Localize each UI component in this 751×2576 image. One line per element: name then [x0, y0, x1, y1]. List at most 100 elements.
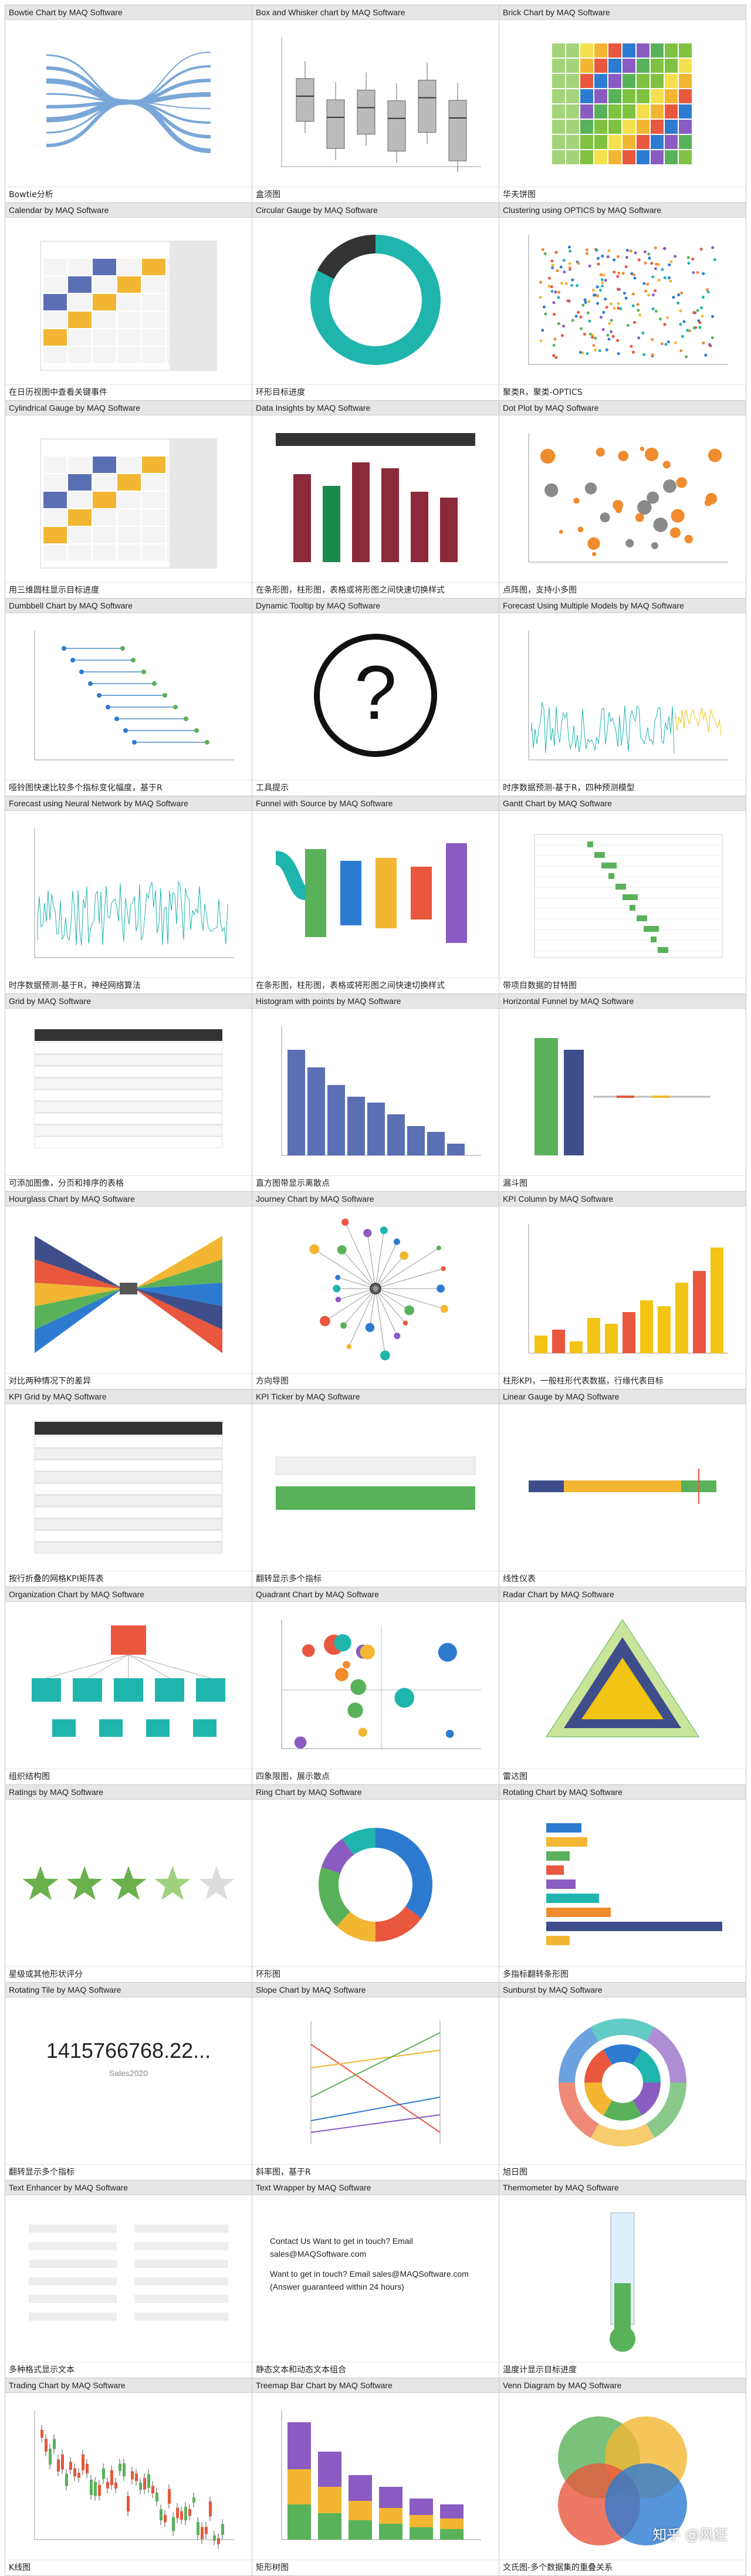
- card-title: Histogram with points by MAQ Software: [252, 994, 499, 1009]
- visual-card[interactable]: KPI Column by MAQ Software柱形KPI，一般柱形代表数据…: [499, 1192, 746, 1390]
- visual-card[interactable]: Data Insights by MAQ Software在条形图，柱形图，表格…: [252, 401, 499, 599]
- calendar-icon: [5, 218, 252, 385]
- visual-card[interactable]: Rotating Chart by MAQ Software多指标翻转条形图: [499, 1785, 746, 1983]
- visual-card[interactable]: Organization Chart by MAQ Software组织结构图: [5, 1587, 252, 1785]
- card-title: Text Enhancer by MAQ Software: [5, 2181, 252, 2195]
- watermark: 知乎 @风狂: [652, 2523, 728, 2544]
- visual-card[interactable]: Treemap Bar Chart by MAQ Software矩形树图: [252, 2378, 499, 2576]
- card-title: Forecast Using Multiple Models by MAQ So…: [499, 599, 746, 613]
- card-title: Linear Gauge by MAQ Software: [499, 1390, 746, 1404]
- treemap-bar-icon: [252, 2393, 499, 2560]
- visual-card[interactable]: Venn Diagram by MAQ Software 文氏图-多个数据集的重叠…: [499, 2378, 746, 2576]
- visual-card[interactable]: Gantt Chart by MAQ Software 带项目数据的甘特图: [499, 796, 746, 994]
- visual-card[interactable]: Dynamic Tooltip by MAQ Software?工具提示: [252, 599, 499, 796]
- visual-card[interactable]: Hourglass Chart by MAQ Software对比两种情况下的差…: [5, 1192, 252, 1390]
- visual-card[interactable]: Ring Chart by MAQ Software 环形图: [252, 1785, 499, 1983]
- card-caption: 多种格式显示文本: [5, 2362, 252, 2378]
- card-title: Calendar by MAQ Software: [5, 203, 252, 218]
- card-caption: 组织结构图: [5, 1769, 252, 1784]
- visual-card[interactable]: Brick Chart by MAQ Software华夫饼图: [499, 5, 746, 203]
- card-title: Thermometer by MAQ Software: [499, 2181, 746, 2195]
- visual-card[interactable]: Cylindrical Gauge by MAQ Software用三维圆柱显示…: [5, 401, 252, 599]
- card-caption: 旭日图: [499, 2164, 746, 2180]
- tile-label: Sales2020: [5, 2068, 252, 2078]
- card-title: Cylindrical Gauge by MAQ Software: [5, 401, 252, 415]
- visual-card[interactable]: Grid by MAQ Software可添加图像，分页和排序的表格: [5, 994, 252, 1192]
- card-title: Horizontal Funnel by MAQ Software: [499, 994, 746, 1009]
- visual-card[interactable]: Funnel with Source by MAQ Software在条形图，柱…: [252, 796, 499, 994]
- visual-card[interactable]: Text Enhancer by MAQ Software 多种格式显示文本: [5, 2181, 252, 2378]
- card-caption: 翻转显示多个指标: [252, 1571, 499, 1587]
- visual-card[interactable]: Calendar by MAQ Software 在日历视图中查看关键事件: [5, 203, 252, 401]
- visual-card[interactable]: Linear Gauge by MAQ Software 线性仪表: [499, 1390, 746, 1587]
- quadrant-chart-icon: [252, 1602, 499, 1769]
- gantt-chart-icon: [499, 811, 746, 978]
- card-caption: 环形图: [252, 1966, 499, 1982]
- card-title: Trading Chart by MAQ Software: [5, 2378, 252, 2393]
- card-caption: 对比两种情况下的差异: [5, 1373, 252, 1389]
- visual-card[interactable]: Journey Chart by MAQ Software 方向导图: [252, 1192, 499, 1390]
- card-caption: 静态文本和动态文本组合: [252, 2362, 499, 2378]
- card-caption: 四象限图，展示散点: [252, 1769, 499, 1784]
- wrapper-text-line: Contact Us Want to get in touch? Email: [270, 2236, 413, 2246]
- wrapper-text-line: Want to get in touch? Email sales@MAQSof…: [270, 2269, 469, 2278]
- card-title: Journey Chart by MAQ Software: [252, 1192, 499, 1206]
- card-title: Dynamic Tooltip by MAQ Software: [252, 599, 499, 613]
- card-caption: 时序数据预测-基于R，神经网络算法: [5, 978, 252, 993]
- question-mark-icon: ?: [252, 613, 499, 780]
- card-title: Rotating Chart by MAQ Software: [499, 1785, 746, 1800]
- visual-card[interactable]: KPI Ticker by MAQ Software翻转显示多个指标: [252, 1390, 499, 1587]
- card-title: Venn Diagram by MAQ Software: [499, 2378, 746, 2393]
- card-caption: K线图: [5, 2560, 252, 2575]
- visual-card[interactable]: Histogram with points by MAQ Software直方图…: [252, 994, 499, 1192]
- card-title: Bowtie Chart by MAQ Software: [5, 5, 252, 20]
- visual-card[interactable]: Quadrant Chart by MAQ Software四象限图，展示散点: [252, 1587, 499, 1785]
- visual-card[interactable]: Text Wrapper by MAQ SoftwareContact Us W…: [252, 2181, 499, 2378]
- tile-value: 1415766768.22...: [5, 2039, 252, 2063]
- card-title: Gantt Chart by MAQ Software: [499, 796, 746, 811]
- visual-card[interactable]: Forecast Using Multiple Models by MAQ So…: [499, 599, 746, 796]
- visual-card[interactable]: Ratings by MAQ Software星级或其他形状评分: [5, 1785, 252, 1983]
- card-title: Dumbbell Chart by MAQ Software: [5, 599, 252, 613]
- visual-card[interactable]: Rotating Tile by MAQ Software1415766768.…: [5, 1983, 252, 2181]
- card-caption: 华夫饼图: [499, 187, 746, 202]
- card-caption: 文氏图-多个数据集的重叠关系: [499, 2560, 746, 2575]
- visual-card[interactable]: Circular Gauge by MAQ Software环形目标进度: [252, 203, 499, 401]
- visual-card[interactable]: Clustering using OPTICS by MAQ Software聚…: [499, 203, 746, 401]
- sunburst-chart-icon: [499, 1997, 746, 2165]
- circular-gauge-icon: [252, 218, 499, 385]
- visual-card[interactable]: KPI Grid by MAQ Software按行折叠的网格KPI矩阵表: [5, 1390, 252, 1587]
- visual-card[interactable]: Bowtie Chart by MAQ SoftwareBowtie分析: [5, 5, 252, 203]
- card-caption: 带项目数据的甘特图: [499, 978, 746, 993]
- card-title: Radar Chart by MAQ Software: [499, 1587, 746, 1602]
- card-caption: 线性仪表: [499, 1571, 746, 1587]
- card-title: Clustering using OPTICS by MAQ Software: [499, 203, 746, 218]
- card-caption: 方向导图: [252, 1373, 499, 1389]
- visual-card[interactable]: Thermometer by MAQ Software 温度计显示目标进度: [499, 2181, 746, 2378]
- bowtie-chart-icon: [5, 20, 252, 187]
- visual-card[interactable]: Radar Chart by MAQ Software雷达图: [499, 1587, 746, 1785]
- wrapper-text-line: (Answer guaranteed within 24 hours): [270, 2282, 404, 2291]
- visual-card[interactable]: Forecast using Neural Network by MAQ Sof…: [5, 796, 252, 994]
- visual-card[interactable]: Slope Chart by MAQ Software斜率图，基于R: [252, 1983, 499, 2181]
- hourglass-chart-icon: [5, 1206, 252, 1374]
- candlestick-chart-icon: [5, 2393, 252, 2560]
- card-title: Funnel with Source by MAQ Software: [252, 796, 499, 811]
- forecast-chart-icon: [499, 613, 746, 780]
- rotating-tile-icon: [5, 1997, 252, 2165]
- dumbbell-chart-icon: [5, 613, 252, 780]
- card-caption: 在日历视图中查看关键事件: [5, 384, 252, 400]
- card-caption: 可添加图像，分页和排序的表格: [5, 1175, 252, 1191]
- visual-card[interactable]: Trading Chart by MAQ Software K线图: [5, 2378, 252, 2576]
- card-title: Ring Chart by MAQ Software: [252, 1785, 499, 1800]
- visual-card[interactable]: Dumbbell Chart by MAQ Software哑铃图快速比较多个指…: [5, 599, 252, 796]
- card-caption: 翻转显示多个指标: [5, 2164, 252, 2180]
- visual-card[interactable]: Box and Whisker chart by MAQ Software盒须图: [252, 5, 499, 203]
- card-caption: 温度计显示目标进度: [499, 2362, 746, 2378]
- visual-card[interactable]: Horizontal Funnel by MAQ Software漏斗图: [499, 994, 746, 1192]
- visual-card[interactable]: Sunburst by MAQ Software旭日图: [499, 1983, 746, 2181]
- card-caption: 星级或其他形状评分: [5, 1966, 252, 1982]
- visual-card[interactable]: Dot Plot by MAQ Software点阵图，支持小多图: [499, 401, 746, 599]
- card-caption: 在条形图，柱形图，表格或将形图之间快速切换样式: [252, 582, 499, 598]
- slope-chart-icon: [252, 1997, 499, 2165]
